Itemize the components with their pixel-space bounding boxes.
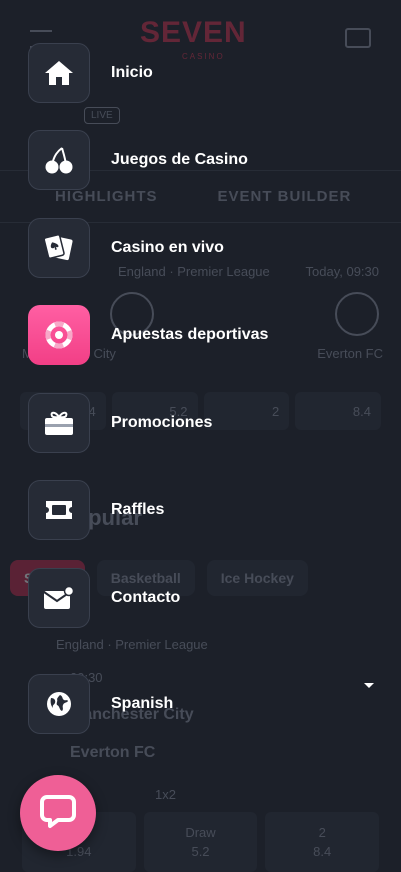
mail-icon bbox=[42, 584, 76, 612]
menu-tile bbox=[28, 393, 90, 453]
language-selector[interactable]: Spanish bbox=[28, 673, 173, 735]
menu-tile bbox=[28, 43, 90, 103]
menu-label: Apuestas deportivas bbox=[111, 326, 269, 343]
menu-tile bbox=[28, 568, 90, 628]
gift-icon bbox=[43, 408, 75, 438]
chat-button[interactable] bbox=[20, 775, 96, 851]
menu-label: Casino en vivo bbox=[111, 239, 224, 256]
menu-item-casino-en-vivo[interactable]: Casino en vivo bbox=[28, 217, 224, 279]
cherries-icon bbox=[42, 145, 76, 175]
chevron-down-icon[interactable] bbox=[362, 678, 376, 692]
side-menu: Inicio Juegos de Casino Casino en vivo A… bbox=[0, 0, 401, 869]
menu-label: Raffles bbox=[111, 501, 165, 518]
menu-item-juegos-de-casino[interactable]: Juegos de Casino bbox=[28, 129, 248, 191]
menu-tile bbox=[28, 218, 90, 278]
menu-item-contacto[interactable]: Contacto bbox=[28, 567, 180, 629]
menu-item-inicio[interactable]: Inicio bbox=[28, 42, 153, 104]
menu-item-apuestas-deportivas[interactable]: Apuestas deportivas bbox=[28, 304, 268, 366]
menu-tile-active bbox=[28, 305, 90, 365]
menu-label: Juegos de Casino bbox=[111, 151, 248, 168]
lifebuoy-icon bbox=[45, 321, 73, 349]
menu-tile bbox=[28, 480, 90, 540]
chat-icon bbox=[39, 792, 77, 835]
home-icon bbox=[44, 59, 74, 87]
menu-item-promociones[interactable]: Promociones bbox=[28, 392, 212, 454]
menu-label: Promociones bbox=[111, 414, 213, 431]
globe-icon bbox=[45, 690, 73, 718]
language-label: Spanish bbox=[111, 695, 174, 712]
menu-item-raffles[interactable]: Raffles bbox=[28, 479, 164, 541]
menu-label: Contacto bbox=[111, 589, 181, 606]
ticket-icon bbox=[43, 498, 75, 522]
menu-label: Inicio bbox=[111, 64, 153, 81]
menu-tile bbox=[28, 674, 90, 734]
playing-cards-icon bbox=[43, 233, 75, 263]
menu-tile bbox=[28, 130, 90, 190]
